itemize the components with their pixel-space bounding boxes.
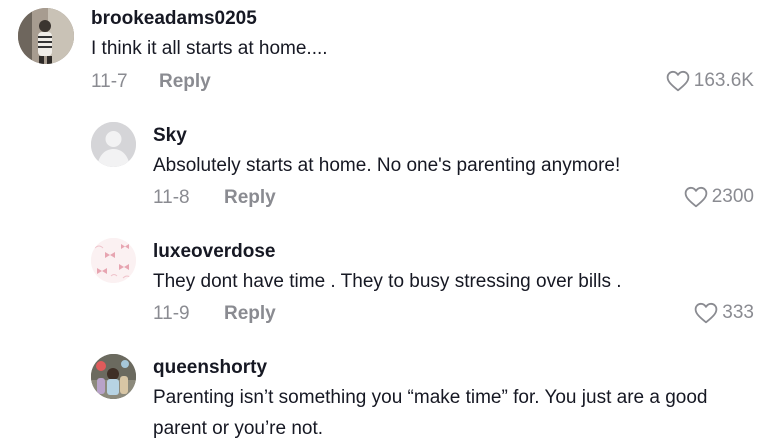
comment-text: Absolutely starts at home. No one's pare…: [153, 155, 621, 176]
like-count: 2300: [711, 186, 754, 207]
comment-date: 11-8: [153, 187, 190, 208]
comment-date: 11-7: [91, 71, 128, 92]
reply-button[interactable]: Reply: [159, 71, 211, 93]
avatar[interactable]: [91, 122, 136, 167]
like-button[interactable]: 333: [694, 302, 754, 324]
avatar[interactable]: [91, 238, 136, 283]
user-photo-icon: [91, 354, 136, 399]
pink-bow-icon: [91, 238, 136, 283]
comment-text: I think it all starts at home....: [91, 38, 328, 59]
comment-username[interactable]: Sky: [153, 125, 187, 147]
heart-icon: [694, 302, 718, 324]
like-button[interactable]: 163.6K: [666, 70, 754, 92]
comment-username[interactable]: queenshorty: [153, 357, 267, 379]
comment-username[interactable]: brookeadams0205: [91, 8, 257, 30]
default-user-icon: [91, 122, 136, 167]
like-button[interactable]: 2300: [684, 186, 754, 208]
reply-button[interactable]: Reply: [224, 303, 276, 325]
user-photo-icon: [18, 8, 74, 64]
like-count: 163.6K: [693, 70, 754, 91]
avatar[interactable]: [91, 354, 136, 399]
heart-icon: [684, 186, 708, 208]
comment-date: 11-9: [153, 303, 190, 324]
comment-username[interactable]: luxeoverdose: [153, 241, 276, 263]
comment-text: They dont have time . They to busy stres…: [153, 271, 622, 292]
like-count: 333: [722, 302, 754, 323]
comment-text: Parenting isn’t something you “make time…: [153, 387, 708, 439]
heart-icon: [666, 70, 690, 92]
avatar[interactable]: [18, 8, 74, 64]
reply-button[interactable]: Reply: [224, 187, 276, 209]
